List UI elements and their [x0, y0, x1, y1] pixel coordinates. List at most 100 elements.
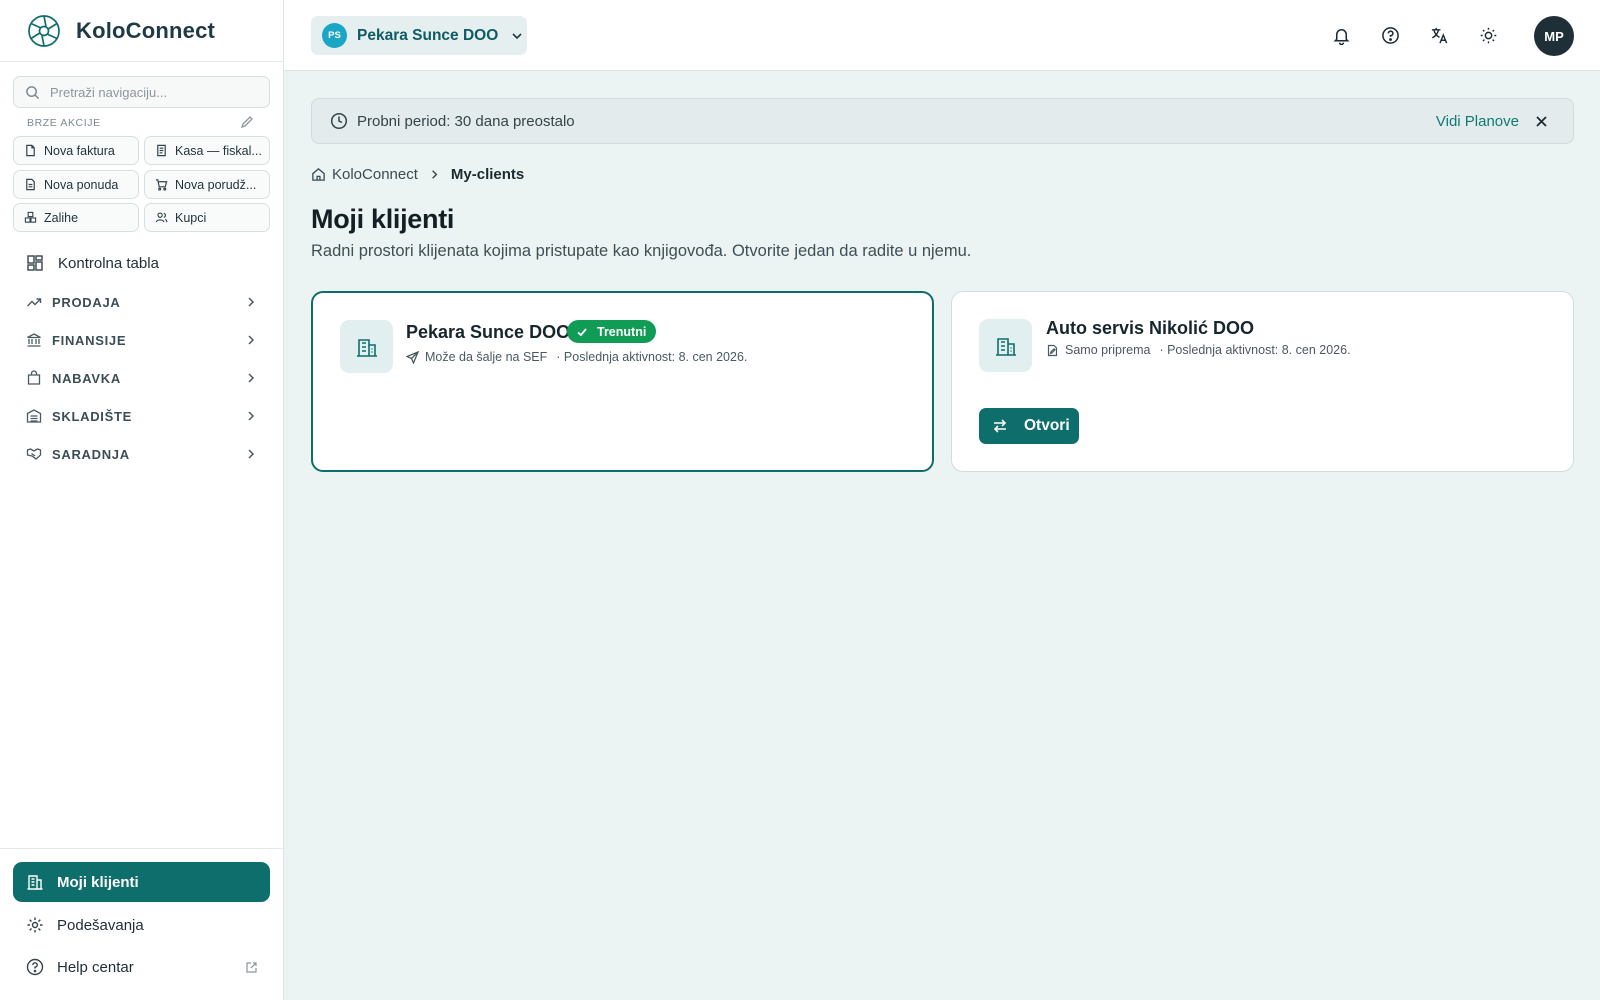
app-logo[interactable]: KoloConnect: [0, 0, 283, 62]
user-avatar[interactable]: MP: [1534, 16, 1574, 56]
building-icon: [356, 338, 377, 357]
file-icon: [26, 144, 35, 157]
view-plans-link[interactable]: Vidi Planove: [1436, 113, 1519, 130]
nav-section-procurement[interactable]: NABAVKA: [26, 366, 258, 390]
boxes-icon: [24, 211, 37, 223]
bell-icon: [1332, 28, 1350, 45]
app-name: KoloConnect: [76, 17, 216, 43]
client-meta: Samo priprema · Poslednja aktivnost: 8. …: [1046, 343, 1351, 357]
dashboard-grid-icon: [27, 255, 43, 271]
client-status: Samo priprema: [1065, 343, 1151, 357]
open-client-button[interactable]: Otvori: [979, 408, 1079, 444]
quick-action-label: Nova porudž...: [175, 177, 257, 192]
receipt-icon: [157, 144, 166, 157]
quick-action-cash-register[interactable]: Kasa — fiskal...: [144, 136, 270, 165]
building-icon: [995, 337, 1016, 356]
chevron-right-icon: [432, 169, 438, 179]
language-button[interactable]: [1428, 24, 1450, 46]
nav-item-label: Podešavanja: [57, 916, 144, 934]
nav-item-label: Help centar: [57, 958, 134, 976]
trial-banner: Probni period: 30 dana preostalo Vidi Pl…: [311, 98, 1574, 144]
page-title: Moji klijenti: [311, 204, 455, 234]
bank-icon: [27, 333, 41, 347]
badge-label: Trenutni: [597, 324, 647, 339]
theme-toggle-button[interactable]: [1477, 24, 1499, 46]
client-name: Auto servis Nikolić DOO: [1046, 318, 1255, 338]
chevron-right-icon: [248, 411, 255, 421]
open-button-label: Otvori: [1024, 417, 1070, 434]
pencil-icon[interactable]: [240, 115, 254, 129]
logo-wheel-icon: [28, 14, 60, 47]
nav-section-label: PRODAJA: [52, 294, 121, 310]
clock-icon: [330, 112, 348, 130]
nav-section-collaboration[interactable]: SARADNJA: [26, 442, 258, 466]
building-icon: [27, 875, 43, 890]
quick-action-new-quote[interactable]: Nova ponuda: [13, 170, 139, 199]
top-header: PS Pekara Sunce DOO MP: [284, 0, 1600, 71]
nav-section-label: FINANSIJE: [52, 332, 127, 348]
chevron-right-icon: [248, 297, 255, 307]
nav-section-label: SKLADIŠTE: [52, 408, 132, 424]
send-icon: [406, 350, 419, 364]
client-card[interactable]: Auto servis Nikolić DOO Samo priprema · …: [951, 291, 1574, 472]
nav-section-finance[interactable]: FINANSIJE: [26, 328, 258, 352]
nav-search-input[interactable]: Pretraži navigaciju...: [13, 76, 270, 108]
client-icon-box: [340, 320, 393, 373]
check-icon: [577, 327, 587, 336]
shopping-bag-icon: [27, 370, 41, 385]
nav-item-settings[interactable]: Podešavanja: [26, 912, 258, 938]
cart-icon: [155, 179, 168, 191]
client-last-activity: · Poslednja aktivnost: 8. cen 2026.: [1159, 343, 1351, 357]
notifications-button[interactable]: [1330, 24, 1352, 46]
sun-icon: [1480, 27, 1496, 43]
sidebar-bottom-divider: [0, 848, 283, 849]
search-icon: [26, 85, 40, 99]
search-placeholder: Pretraži navigaciju...: [50, 84, 168, 100]
help-icon: [1381, 26, 1399, 44]
quick-action-label: Nova faktura: [44, 143, 115, 158]
client-card-current[interactable]: Pekara Sunce DOO Trenutni Može da šalje …: [311, 291, 934, 472]
help-circle-icon: [26, 958, 44, 976]
client-last-activity: · Poslednja aktivnost: 8. cen 2026.: [556, 350, 748, 364]
chevron-right-icon: [248, 373, 255, 383]
close-icon[interactable]: [1534, 114, 1549, 129]
client-name: Pekara Sunce DOO: [406, 322, 571, 342]
quick-action-label: Nova ponuda: [44, 177, 119, 192]
warehouse-icon: [26, 409, 42, 423]
users-icon: [155, 212, 168, 223]
quick-action-label: Kupci: [175, 210, 207, 225]
nav-section-label: NABAVKA: [52, 370, 121, 386]
client-status: Može da šalje na SEF: [425, 350, 548, 364]
help-button[interactable]: [1379, 24, 1401, 46]
chevron-right-icon: [248, 449, 255, 459]
switch-arrows-icon: [993, 419, 1007, 433]
chevron-down-icon: [512, 32, 522, 39]
nav-item-help-center[interactable]: Help centar: [26, 954, 258, 980]
home-icon: [312, 167, 325, 181]
client-meta: Može da šalje na SEF · Poslednja aktivno…: [406, 350, 747, 364]
nav-item-label: Kontrolna tabla: [58, 254, 159, 272]
nav-item-my-clients[interactable]: Moji klijenti: [13, 862, 270, 902]
trial-text: Probni period: 30 dana preostalo: [357, 112, 575, 130]
quick-action-label: Kasa — fiskal...: [175, 143, 262, 158]
organization-switcher[interactable]: PS Pekara Sunce DOO: [311, 16, 527, 55]
org-avatar: PS: [322, 23, 347, 48]
quick-action-label: Zalihe: [44, 210, 79, 225]
chevron-right-icon: [248, 335, 255, 345]
quick-action-new-order[interactable]: Nova porudž...: [144, 170, 270, 199]
nav-section-sales[interactable]: PRODAJA: [26, 290, 258, 314]
quick-action-customers[interactable]: Kupci: [144, 203, 270, 232]
file-edit-icon: [1047, 344, 1058, 356]
nav-section-warehouse[interactable]: SKLADIŠTE: [26, 404, 258, 428]
nav-item-dashboard[interactable]: Kontrolna tabla: [26, 250, 159, 276]
quick-actions-title: BRZE AKCIJE: [27, 117, 101, 129]
translate-icon: [1431, 27, 1447, 43]
breadcrumb-home[interactable]: KoloConnect: [332, 166, 418, 183]
breadcrumb: KoloConnect My-clients: [311, 162, 524, 186]
handshake-icon: [26, 448, 42, 460]
trend-up-icon: [27, 298, 42, 307]
quick-action-stock[interactable]: Zalihe: [13, 203, 139, 232]
sidebar: KoloConnect Pretraži navigaciju... BRZE …: [0, 0, 284, 1000]
breadcrumb-current: My-clients: [450, 165, 525, 183]
quick-action-new-invoice[interactable]: Nova faktura: [13, 136, 139, 165]
